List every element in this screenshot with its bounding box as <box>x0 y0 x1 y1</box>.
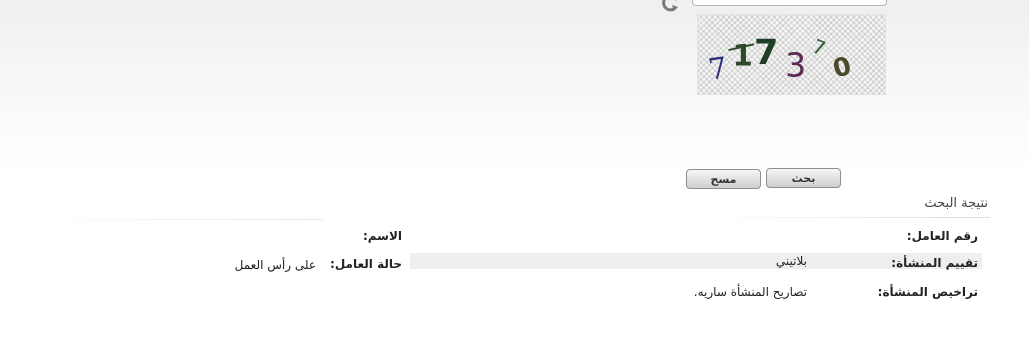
captcha-char-1: 7 <box>706 50 729 86</box>
captcha-char-2: 1 <box>732 39 752 73</box>
search-button[interactable]: بحث <box>766 168 841 188</box>
worker-status-value: على رأس العمل <box>234 258 316 272</box>
name-label: الاسم: <box>362 229 402 243</box>
captcha-image: 7 1 7 3 7 0 <box>697 14 886 95</box>
worker-number-label: رقم العامل: <box>906 229 978 243</box>
captcha-char-6: 0 <box>830 50 855 84</box>
captcha-input[interactable] <box>692 0 887 6</box>
facility-rating-value: بلاتيني <box>775 254 807 268</box>
clear-button[interactable]: مسح <box>686 169 761 189</box>
facility-permits-label: تراخيص المنشأة: <box>877 285 978 299</box>
facility-rating-label: تقييم المنشأة: <box>891 256 978 270</box>
captcha-char-3: 7 <box>754 32 778 73</box>
title-divider <box>700 217 990 218</box>
captcha-char-4: 3 <box>785 45 806 84</box>
left-divider <box>18 219 323 220</box>
search-result-title: نتيجة البحث <box>924 196 988 211</box>
facility-permits-value: تصاريح المنشأة ساريه. <box>693 285 807 299</box>
captcha-char-5: 7 <box>809 35 829 61</box>
refresh-captcha-icon[interactable] <box>660 0 682 12</box>
